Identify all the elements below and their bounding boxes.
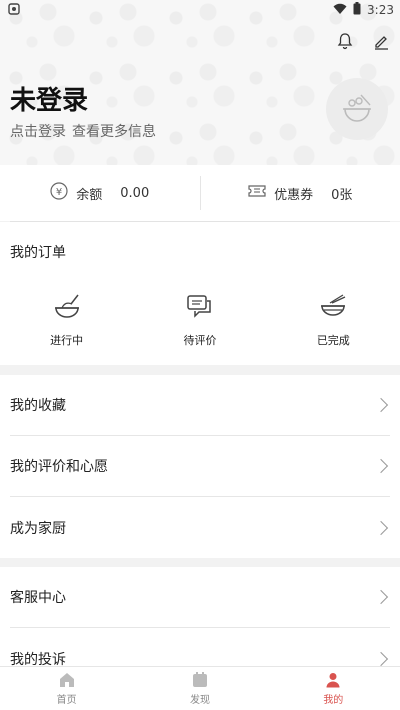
order-label: 已完成 [316,334,350,347]
menu-item-reviews-wishes[interactable]: 我的评价和心愿 [10,436,390,497]
menu-item-label: 我的评价和心愿 [10,459,108,475]
default-avatar-icon [343,94,371,122]
bottom-tab-bar: 首页 发现 我的 [0,666,400,710]
menu-item-complaints[interactable]: 我的投诉 [10,628,390,667]
profile-icon [326,673,340,688]
svg-text:¥: ¥ [56,187,62,198]
home-icon [59,673,74,687]
menu-item-label: 我的投诉 [10,651,66,668]
status-bar: 3:23 [0,0,400,20]
notification-app-icon [8,2,20,18]
avatar[interactable] [326,78,388,140]
edit-icon[interactable] [372,32,390,50]
ticket-icon [248,184,266,202]
chevron-right-icon [373,458,389,474]
menu-group-2: 客服中心 我的投诉 [0,567,400,667]
tab-label: 发现 [189,695,210,706]
chevron-right-icon [373,397,389,413]
orders-title[interactable]: 我的订单 [10,242,66,262]
my-orders-section: 我的订单 进行中 待评价 已完成 [0,222,400,365]
chevron-right-icon [373,520,389,535]
wifi-icon [333,3,347,18]
more-info-text: 查看更多信息 [72,124,156,140]
tab-mine[interactable]: 我的 [267,667,400,710]
tab-discover[interactable]: 发现 [133,667,266,710]
menu-item-favorites[interactable]: 我的收藏 [10,375,390,436]
chevron-right-icon [373,589,389,605]
tab-label: 我的 [323,695,344,706]
yen-icon: ¥ [50,182,68,204]
menu-item-label: 客服中心 [10,590,66,606]
menu-group-1: 我的收藏 我的评价和心愿 成为家厨 [0,375,400,558]
bell-icon[interactable] [336,32,354,50]
order-label: 进行中 [50,334,84,347]
balance-label: 余额 [76,187,103,203]
tab-home[interactable]: 首页 [0,667,133,710]
order-to-review[interactable]: 待评价 [133,292,266,348]
login-prompt[interactable]: 点击登录 查看更多信息 [10,121,156,141]
battery-icon [353,2,361,18]
cooking-bowl-icon [54,294,79,318]
coupon-item[interactable]: 优惠券 0张 [201,184,400,203]
chevron-right-icon [373,651,389,666]
coupon-value: 0张 [331,187,353,203]
order-in-progress[interactable]: 进行中 [0,292,133,348]
login-status-title[interactable]: 未登录 [10,80,88,117]
menu-item-customer-service[interactable]: 客服中心 [10,567,390,628]
balance-item[interactable]: ¥ 余额 0.00 [0,182,200,204]
bowl-chopsticks-icon [321,294,346,316]
chat-bubbles-icon [187,295,211,318]
menu-item-label: 我的收藏 [10,398,66,414]
wallet-bar: ¥ 余额 0.00 优惠券 0张 [0,165,400,221]
menu-item-label: 成为家厨 [10,520,66,537]
order-completed[interactable]: 已完成 [267,292,400,348]
status-time: 3:23 [367,3,394,17]
order-label: 待评价 [183,334,217,347]
menu-item-become-chef[interactable]: 成为家厨 [10,497,390,558]
tab-label: 首页 [56,695,77,706]
discover-icon [192,672,207,687]
login-link[interactable]: 点击登录 [10,121,66,141]
balance-value: 0.00 [120,185,150,201]
coupon-label: 优惠券 [274,187,314,203]
